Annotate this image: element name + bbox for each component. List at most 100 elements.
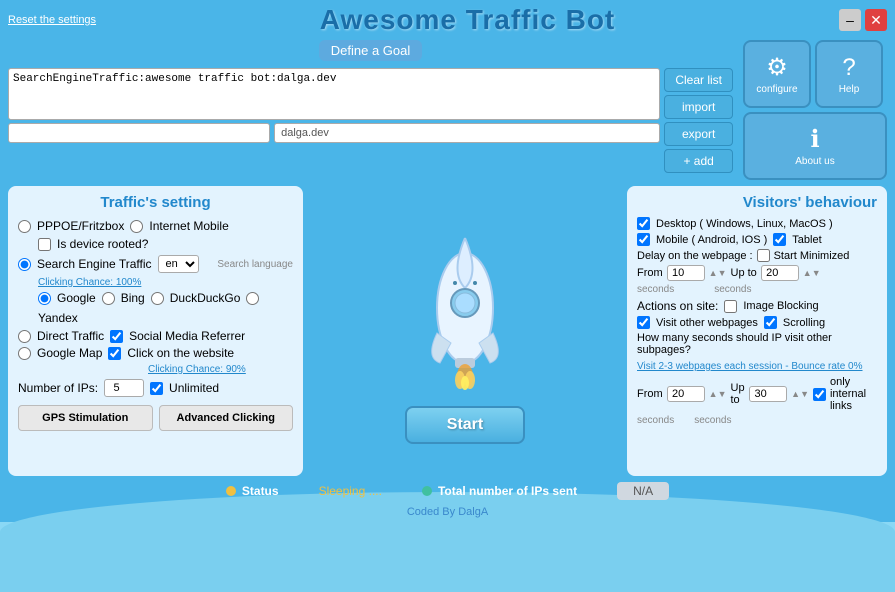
internet-mobile-label: Internet Mobile <box>149 219 228 233</box>
mobile-checkbox[interactable] <box>637 233 650 246</box>
unlimited-checkbox[interactable] <box>150 382 163 395</box>
desktop-label: Desktop ( Windows, Linux, MacOS ) <box>656 218 833 230</box>
export-button[interactable]: export <box>664 122 733 146</box>
google-radio[interactable] <box>38 292 51 305</box>
visit-link[interactable]: Visit 2-3 webpages each session - Bounce… <box>637 361 863 372</box>
duckduckgo-label: DuckDuckGo <box>170 291 241 305</box>
traffic-title: Traffic's setting <box>18 194 293 211</box>
tablet-label: Tablet <box>792 234 821 246</box>
window-controls: – ✕ <box>839 9 887 31</box>
gear-icon: ⚙ <box>766 53 788 82</box>
visitors-title: Visitors' behaviour <box>637 194 877 211</box>
goal-domain-input[interactable] <box>274 123 660 143</box>
clear-list-button[interactable]: Clear list <box>664 68 733 92</box>
status-bar: Status Sleeping .... Total number of IPs… <box>8 476 887 506</box>
yandex-label: Yandex <box>38 311 78 325</box>
clicking-chance2-link[interactable]: Clicking Chance: 90% <box>148 364 246 375</box>
desktop-checkbox[interactable] <box>637 217 650 230</box>
up-to2-label: Up to <box>731 382 746 406</box>
clicking-chance-link[interactable]: Clicking Chance: 100% <box>38 277 141 288</box>
info-icon: ℹ <box>810 125 819 154</box>
duckduckgo-radio[interactable] <box>151 292 164 305</box>
internet-mobile-radio[interactable] <box>130 220 143 233</box>
click-website-checkbox[interactable] <box>108 347 121 360</box>
bing-radio[interactable] <box>102 292 115 305</box>
about-button[interactable]: ℹ About us <box>743 112 887 180</box>
visitors-behaviour-panel: Visitors' behaviour Desktop ( Windows, L… <box>627 186 887 476</box>
from2-input[interactable] <box>667 386 705 402</box>
device-rooted-label: Is device rooted? <box>57 237 148 251</box>
seconds-label3: seconds <box>637 415 674 426</box>
gps-stimulation-button[interactable]: GPS Stimulation <box>18 405 153 431</box>
num-ips-input[interactable] <box>104 379 144 397</box>
traffic-settings-panel: Traffic's setting PPPOE/Fritzbox Interne… <box>8 186 303 476</box>
close-button[interactable]: ✕ <box>865 9 887 31</box>
rocket-area: Start <box>309 186 621 476</box>
seconds-label1: seconds <box>637 284 674 295</box>
up-to2-input[interactable] <box>749 386 787 402</box>
google-map-radio[interactable] <box>18 347 31 360</box>
sleeping-text: Sleeping .... <box>319 484 382 498</box>
subpages-question: How many seconds should IP visit other s… <box>637 332 877 356</box>
import-button[interactable]: import <box>664 95 733 119</box>
from-input[interactable] <box>667 265 705 281</box>
only-internal-checkbox[interactable] <box>813 388 826 401</box>
search-engine-radio[interactable] <box>18 258 31 271</box>
status-dot <box>226 486 236 496</box>
search-lang-label: Search language <box>217 259 293 270</box>
advanced-clicking-button[interactable]: Advanced Clicking <box>159 405 294 431</box>
bing-label: Bing <box>121 291 145 305</box>
total-value: N/A <box>617 482 669 500</box>
language-select[interactable]: endefres <box>158 255 199 273</box>
goal-textarea[interactable]: SearchEngineTraffic:awesome traffic bot:… <box>8 68 660 120</box>
start-minimized-label: Start Minimized <box>774 250 850 262</box>
click-website-label: Click on the website <box>127 346 234 360</box>
help-label: Help <box>839 84 860 95</box>
delay-label: Delay on the webpage : <box>637 250 753 262</box>
scrolling-label: Scrolling <box>783 317 825 329</box>
num-ips-label: Number of IPs: <box>18 381 98 395</box>
tablet-checkbox[interactable] <box>773 233 786 246</box>
total-dot <box>422 486 432 496</box>
image-blocking-label: Image Blocking <box>743 300 818 312</box>
goal-text-input[interactable] <box>8 123 270 143</box>
social-media-label: Social Media Referrer <box>129 329 245 343</box>
social-media-checkbox[interactable] <box>110 330 123 343</box>
coded-by: Coded By DalgA <box>8 506 887 518</box>
google-label: Google <box>57 291 96 305</box>
configure-label: configure <box>756 84 797 95</box>
from-label: From <box>637 267 663 279</box>
direct-label: Direct Traffic <box>37 329 104 343</box>
mobile-label: Mobile ( Android, IOS ) <box>656 234 767 246</box>
minimize-button[interactable]: – <box>839 9 861 31</box>
about-label: About us <box>795 156 834 167</box>
seconds-label4: seconds <box>694 415 731 426</box>
visit-webpages-checkbox[interactable] <box>637 316 650 329</box>
actions-label: Actions on site: <box>637 299 718 313</box>
search-engine-label: Search Engine Traffic <box>37 257 152 271</box>
start-minimized-checkbox[interactable] <box>757 249 770 262</box>
help-icon: ? <box>842 54 855 82</box>
pppoe-radio[interactable] <box>18 220 31 233</box>
start-button[interactable]: Start <box>405 406 525 444</box>
direct-radio[interactable] <box>18 330 31 343</box>
scrolling-checkbox[interactable] <box>764 316 777 329</box>
goal-buttons: Clear list import export + add <box>664 68 733 173</box>
only-internal-label: only internal links <box>830 376 877 412</box>
image-blocking-checkbox[interactable] <box>724 300 737 313</box>
yandex-radio[interactable] <box>246 292 259 305</box>
define-goal-label: Define a Goal <box>319 40 423 61</box>
up-to-input[interactable] <box>761 265 799 281</box>
up-to-label: Up to <box>731 267 757 279</box>
device-rooted-checkbox[interactable] <box>38 238 51 251</box>
rocket-image <box>405 218 525 398</box>
status-label: Status <box>242 484 279 498</box>
configure-button[interactable]: ⚙ configure <box>743 40 811 108</box>
from2-label: From <box>637 388 663 400</box>
seconds-label2: seconds <box>714 284 751 295</box>
help-button[interactable]: ? Help <box>815 40 883 108</box>
unlimited-label: Unlimited <box>169 381 219 395</box>
add-button[interactable]: + add <box>664 149 733 173</box>
app-title: Awesome Traffic Bot <box>320 4 615 36</box>
reset-settings-link[interactable]: Reset the settings <box>8 14 96 26</box>
